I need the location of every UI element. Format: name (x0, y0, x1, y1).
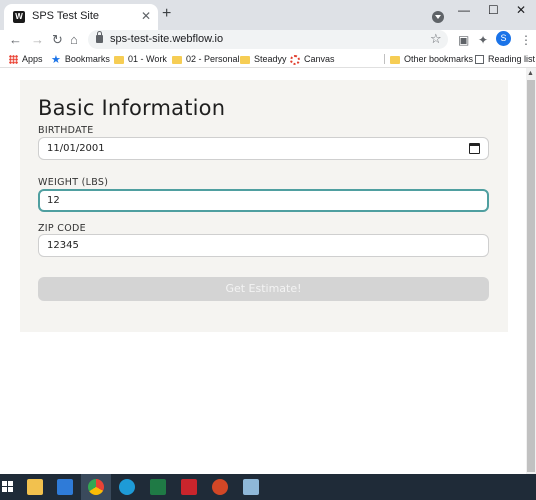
notes-icon[interactable] (243, 479, 259, 495)
chrome-icon[interactable] (88, 479, 104, 495)
apps-grid-icon (9, 55, 18, 65)
folder-icon (114, 55, 124, 64)
star-icon: ★ (51, 53, 61, 66)
weight-label: WEIGHT (LBS) (38, 177, 109, 188)
close-tab-icon[interactable]: ✕ (141, 9, 151, 23)
zip-code-value: 12345 (47, 240, 79, 251)
birthdate-label: BIRTHDATE (38, 125, 94, 136)
tab-search-icon[interactable] (432, 11, 444, 23)
reload-icon[interactable]: ↻ (52, 32, 63, 48)
scroll-up-arrow-icon[interactable]: ▲ (527, 70, 534, 77)
other-bookmarks[interactable]: Other bookmarks (390, 53, 473, 65)
forward-icon[interactable]: → (31, 32, 44, 48)
basic-info-form: Basic Information BIRTHDATE 11/01/2001 W… (20, 80, 508, 332)
weight-value: 12 (47, 195, 60, 206)
bookmark-02-personal[interactable]: 02 - Personal (172, 53, 240, 65)
bookmark-label: Steadyy (254, 54, 287, 64)
back-icon[interactable]: ← (9, 32, 22, 48)
zip-code-input[interactable]: 12345 (38, 234, 489, 257)
url-text[interactable]: sps-test-site.webflow.io (110, 33, 223, 45)
bookmark-label: Apps (22, 54, 43, 64)
other-bookmarks-label: Other bookmarks (404, 54, 474, 64)
page-viewport: Basic Information BIRTHDATE 11/01/2001 W… (0, 68, 526, 474)
browser-toolbar: ← → ↻ ⌂ sps-test-site.webflow.io ☆ ▣ ✦ S… (0, 30, 536, 50)
reading-list-label: Reading list (488, 54, 536, 64)
tab-groups-icon[interactable]: ▣ (458, 33, 469, 47)
webflow-favicon-icon: W (13, 11, 25, 23)
address-bar[interactable]: sps-test-site.webflow.io ☆ (88, 30, 448, 49)
excel-icon[interactable] (150, 479, 166, 495)
close-window-icon[interactable]: ✕ (516, 3, 526, 17)
browser-title-bar: W SPS Test Site ✕ + — ☐ ✕ (0, 0, 536, 30)
bookmark-01-work[interactable]: 01 - Work (114, 53, 167, 65)
windows-start-icon[interactable] (2, 481, 13, 492)
new-tab-icon[interactable]: + (162, 6, 171, 22)
birthdate-value: 11/01/2001 (47, 143, 105, 154)
bookmark-steadyy[interactable]: Steadyy (240, 53, 287, 65)
bookmark-label: Bookmarks (64, 54, 110, 64)
acrobat-icon[interactable] (181, 479, 197, 495)
folder-icon (240, 55, 250, 64)
bookmark-label: 01 - Work (128, 54, 167, 64)
browser-tab[interactable]: W SPS Test Site ✕ (4, 4, 158, 30)
windows-taskbar (0, 474, 536, 500)
bookmark-bookmarks[interactable]: ★ Bookmarks (51, 53, 110, 66)
scrollbar-thumb[interactable] (527, 80, 535, 472)
form-title: Basic Information (38, 96, 226, 120)
extensions-icon[interactable]: ✦ (478, 33, 488, 47)
powerpoint-icon[interactable] (212, 479, 228, 495)
zip-code-label: ZIP CODE (38, 223, 86, 234)
bookmarks-separator (384, 54, 385, 64)
home-icon[interactable]: ⌂ (70, 32, 78, 48)
reading-list-icon (475, 55, 484, 65)
bookmark-star-icon[interactable]: ☆ (430, 31, 442, 47)
bookmark-canvas[interactable]: Canvas (290, 53, 335, 65)
maximize-icon[interactable]: ☐ (488, 3, 499, 17)
folder-icon (390, 55, 400, 64)
bookmark-apps[interactable]: Apps (9, 53, 43, 65)
bookmark-label: 02 - Personal (186, 54, 240, 64)
weight-input[interactable]: 12 (38, 189, 489, 212)
calendar-icon[interactable] (469, 143, 480, 154)
file-explorer-icon[interactable] (27, 479, 43, 495)
bookmarks-bar: Apps ★ Bookmarks 01 - Work 02 - Personal … (0, 50, 536, 68)
profile-avatar[interactable]: S (496, 31, 511, 46)
folder-icon (172, 55, 182, 64)
canvas-icon (290, 54, 300, 65)
lock-icon[interactable] (96, 31, 103, 43)
birthdate-input[interactable]: 11/01/2001 (38, 137, 489, 160)
minimize-icon[interactable]: — (458, 3, 470, 17)
reading-list[interactable]: Reading list (475, 53, 535, 65)
bookmark-label: Canvas (304, 54, 335, 64)
mail-icon[interactable] (57, 479, 73, 495)
menu-kebab-icon[interactable]: ⋮ (520, 33, 532, 47)
edge-icon[interactable] (119, 479, 135, 495)
get-estimate-button[interactable]: Get Estimate! (38, 277, 489, 301)
tab-title: SPS Test Site (32, 10, 100, 22)
